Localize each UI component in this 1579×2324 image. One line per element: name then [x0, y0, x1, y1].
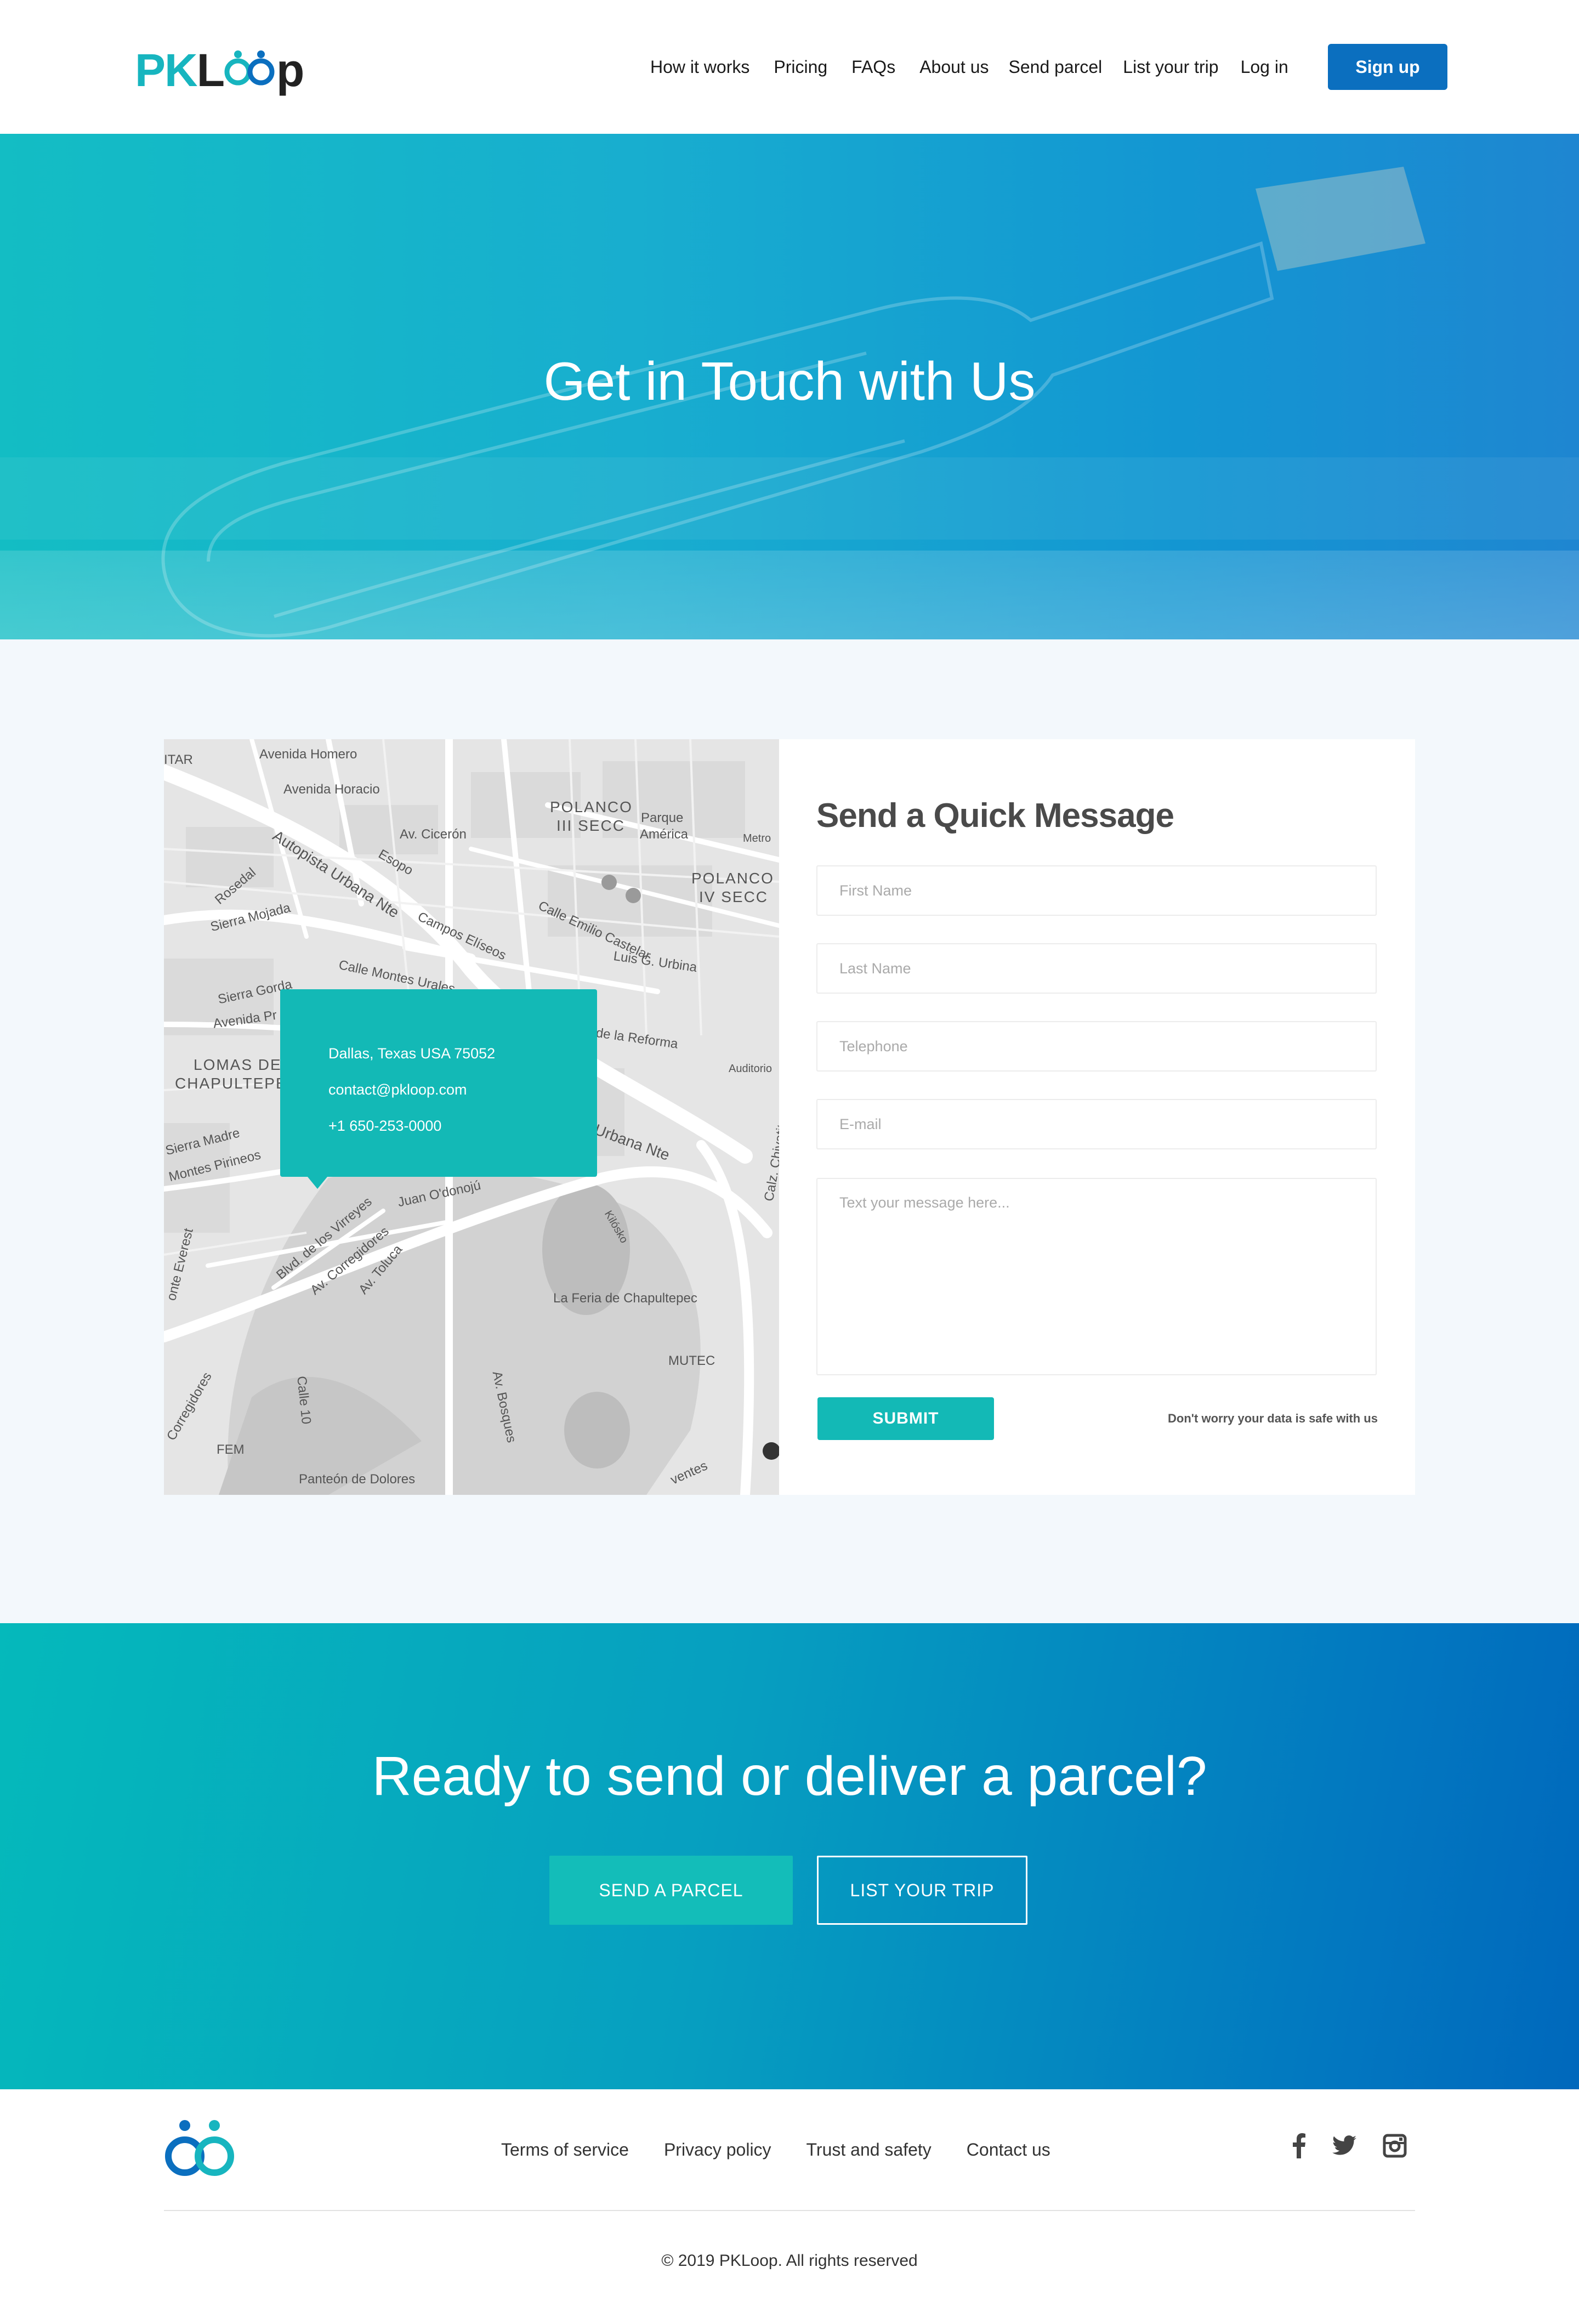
nav-send-parcel[interactable]: Send parcel — [1009, 57, 1103, 77]
footer-link-trust[interactable]: Trust and safety — [806, 2140, 932, 2160]
site-footer: Terms of service Privacy policy Trust an… — [0, 2089, 1579, 2324]
message-textarea[interactable]: Text your message here... — [816, 1178, 1377, 1375]
contact-card: Avenida Homero Avenida Horacio POLANCO I… — [164, 739, 1415, 1495]
hero-banner: Get in Touch with Us — [0, 134, 1579, 639]
cta-title: Ready to send or deliver a parcel? — [372, 1745, 1207, 1807]
contact-section: Avenida Homero Avenida Horacio POLANCO I… — [0, 639, 1579, 1623]
social-links — [1292, 2133, 1433, 2161]
nav-list-your-trip[interactable]: List your trip — [1123, 57, 1218, 77]
nav-how-it-works[interactable]: How it works — [650, 57, 749, 77]
privacy-note: Don't worry your data is safe with us — [1168, 1412, 1378, 1425]
nav-pricing[interactable]: Pricing — [774, 57, 827, 77]
submit-button[interactable]: SUBMIT — [817, 1397, 994, 1440]
nav-faqs[interactable]: FAQs — [851, 57, 895, 77]
facebook-icon[interactable] — [1292, 2133, 1306, 2161]
main-nav: How it works Pricing FAQs About us Send … — [650, 55, 1288, 79]
location-map[interactable]: Avenida Homero Avenida Horacio POLANCO I… — [164, 739, 779, 1495]
location-info-bubble: Dallas, Texas USA 75052 contact@pkloop.c… — [280, 989, 597, 1189]
last-name-field[interactable]: Last Name — [816, 943, 1377, 994]
site-header: PKL p How it works Pricing FAQs About us … — [0, 0, 1579, 134]
cta-section: Ready to send or deliver a parcel? SEND … — [0, 1623, 1579, 2089]
nav-about-us[interactable]: About us — [919, 57, 989, 77]
form-title: Send a Quick Message — [816, 797, 1174, 835]
footer-link-contact[interactable]: Contact us — [967, 2140, 1050, 2160]
email-field[interactable]: E-mail — [816, 1099, 1377, 1149]
instagram-icon[interactable] — [1383, 2134, 1407, 2161]
telephone-field[interactable]: Telephone — [816, 1021, 1377, 1072]
twitter-icon[interactable] — [1332, 2135, 1356, 2159]
list-trip-button[interactable]: LIST YOUR TRIP — [817, 1856, 1027, 1925]
footer-link-privacy[interactable]: Privacy policy — [664, 2140, 771, 2160]
footer-divider — [164, 2210, 1415, 2211]
copyright-text: © 2019 PKLoop. All rights reserved — [661, 2252, 918, 2270]
first-name-field[interactable]: First Name — [816, 865, 1377, 916]
footer-logo-icon[interactable] — [164, 2118, 235, 2181]
email-text[interactable]: contact@pkloop.com — [328, 1072, 597, 1108]
footer-links: Terms of service Privacy policy Trust an… — [501, 2140, 1086, 2160]
loop-icon — [224, 45, 276, 86]
phone-text[interactable]: +1 650-253-0000 — [328, 1108, 597, 1144]
signup-button[interactable]: Sign up — [1328, 44, 1447, 90]
quick-message-form: Send a Quick Message First Name Last Nam… — [816, 739, 1378, 1495]
hero-title: Get in Touch with Us — [543, 351, 1036, 411]
nav-log-in[interactable]: Log in — [1241, 57, 1288, 77]
footer-link-terms[interactable]: Terms of service — [501, 2140, 629, 2160]
brand-logo[interactable]: PKL p — [135, 43, 304, 98]
address-text: Dallas, Texas USA 75052 — [328, 1045, 496, 1062]
send-parcel-button[interactable]: SEND A PARCEL — [549, 1856, 793, 1925]
